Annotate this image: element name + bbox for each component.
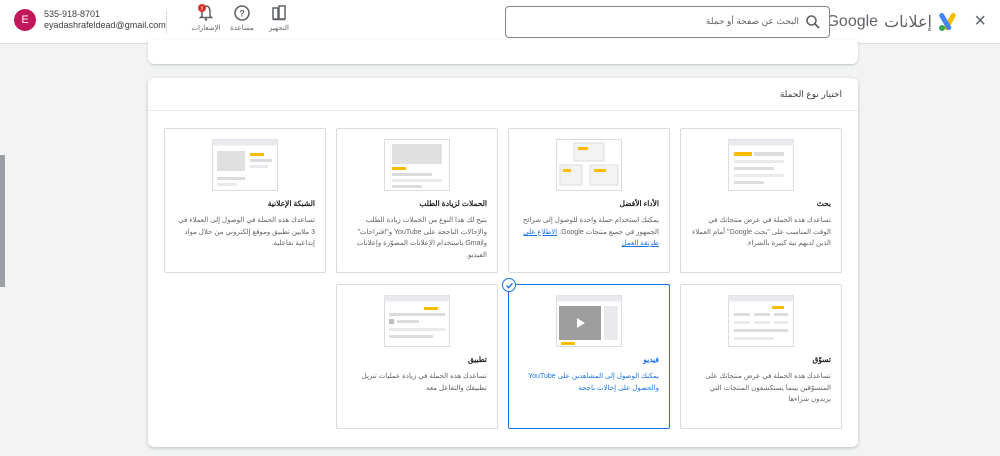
- display-thumbnail-icon: [212, 139, 278, 191]
- option-video[interactable]: فيديو يمكنك الوصول إلى المشاهدين على You…: [502, 278, 670, 429]
- google-ads-logo[interactable]: إعلانات Google: [826, 10, 960, 34]
- logo-ads-text: إعلانات: [884, 14, 932, 31]
- option-name: الحملات لزيادة الطلب: [419, 199, 487, 208]
- option-shopping[interactable]: تسوّق تساعدك هذه الحملة في عرض منتجاتك ع…: [680, 284, 842, 429]
- side-scroll-handle[interactable]: [0, 155, 5, 287]
- option-name: تطبيق: [467, 355, 487, 364]
- account-email: eyadashrafeldead@gmail.com: [44, 20, 166, 30]
- option-description: يمكنك الوصول إلى المشاهدين على YouTube و…: [528, 373, 659, 392]
- search-thumbnail-icon: [728, 139, 794, 191]
- option-name: بحث: [816, 199, 831, 208]
- option-name: الأداء الأفضل: [619, 199, 659, 208]
- option-description: يتيح لك هذا النوع من الحملات زيادة الطلب…: [356, 217, 487, 259]
- option-description: يمكنك استخدام حملة واحدة للوصول إلى شرائ…: [517, 215, 659, 250]
- help-icon: ?: [234, 5, 250, 21]
- shopping-thumbnail-icon: [728, 295, 794, 347]
- option-description: تساعدك هذه الحملة في عرض منتجاتك على الم…: [705, 373, 831, 403]
- google-ads-icon: [938, 12, 960, 32]
- option-description: تساعدك هذه الحملة في الوصول إلى العملاء …: [178, 217, 315, 247]
- option-app[interactable]: تطبيق تساعدك هذه الحملة في زيادة عمليات …: [336, 284, 498, 429]
- tools-icon: [272, 5, 286, 21]
- help-label: مساعدة: [230, 25, 254, 32]
- avatar[interactable]: E: [14, 9, 36, 31]
- section-divider: [148, 110, 858, 111]
- header-divider: [166, 10, 167, 34]
- notifications-label: الإشعارات: [191, 25, 221, 32]
- close-button[interactable]: ×: [974, 11, 986, 31]
- demand-gen-thumbnail-icon: [384, 139, 450, 191]
- previous-card: [148, 40, 858, 64]
- search-placeholder: البحث عن صفحة أو حملة: [705, 16, 799, 26]
- tools-label: التجهيز: [269, 25, 289, 32]
- option-display[interactable]: الشبكة الإعلانية تساعدك هذه الحملة في ال…: [164, 128, 326, 273]
- account-switcher[interactable]: E 535-918-8701 eyadashrafeldead@gmail.co…: [14, 9, 166, 31]
- campaign-type-card: اختيار نوع الحملة بحث تساعدك هذه الحملة …: [148, 78, 858, 447]
- svg-text:?: ?: [239, 9, 245, 19]
- tools-button[interactable]: التجهيز: [259, 4, 299, 32]
- option-demand-gen[interactable]: الحملات لزيادة الطلب يتيح لك هذا النوع م…: [336, 128, 498, 273]
- help-button[interactable]: ? مساعدة: [222, 4, 262, 32]
- performance-max-thumbnail-icon: [556, 139, 622, 191]
- option-name: فيديو: [643, 355, 659, 364]
- option-description: تساعدك هذه الحملة في زيادة عمليات تنزيل …: [361, 373, 487, 392]
- notification-badge: !: [201, 6, 203, 13]
- search-icon: [806, 15, 820, 29]
- search-box[interactable]: البحث عن صفحة أو حملة: [505, 6, 830, 38]
- notifications-button[interactable]: ! الإشعارات: [186, 4, 226, 32]
- top-header: × إعلانات Google البحث عن صفحة أو حملة ا…: [0, 0, 1000, 44]
- selected-check-icon: [502, 278, 516, 292]
- option-name: تسوّق: [812, 355, 831, 364]
- option-performance-max[interactable]: الأداء الأفضل يمكنك استخدام حملة واحدة ل…: [508, 128, 670, 273]
- option-search[interactable]: بحث تساعدك هذه الحملة في عرض منتجاتك في …: [680, 128, 842, 273]
- bell-icon: !: [198, 4, 214, 21]
- option-name: الشبكة الإعلانية: [267, 199, 315, 208]
- account-phone: 535-918-8701: [44, 9, 101, 19]
- logo-google-text: Google: [826, 13, 879, 30]
- option-description: تساعدك هذه الحملة في عرض منتجاتك في الوق…: [691, 217, 831, 247]
- app-thumbnail-icon: [384, 295, 450, 347]
- section-title: اختيار نوع الحملة: [779, 89, 842, 99]
- video-thumbnail-icon: [556, 295, 622, 347]
